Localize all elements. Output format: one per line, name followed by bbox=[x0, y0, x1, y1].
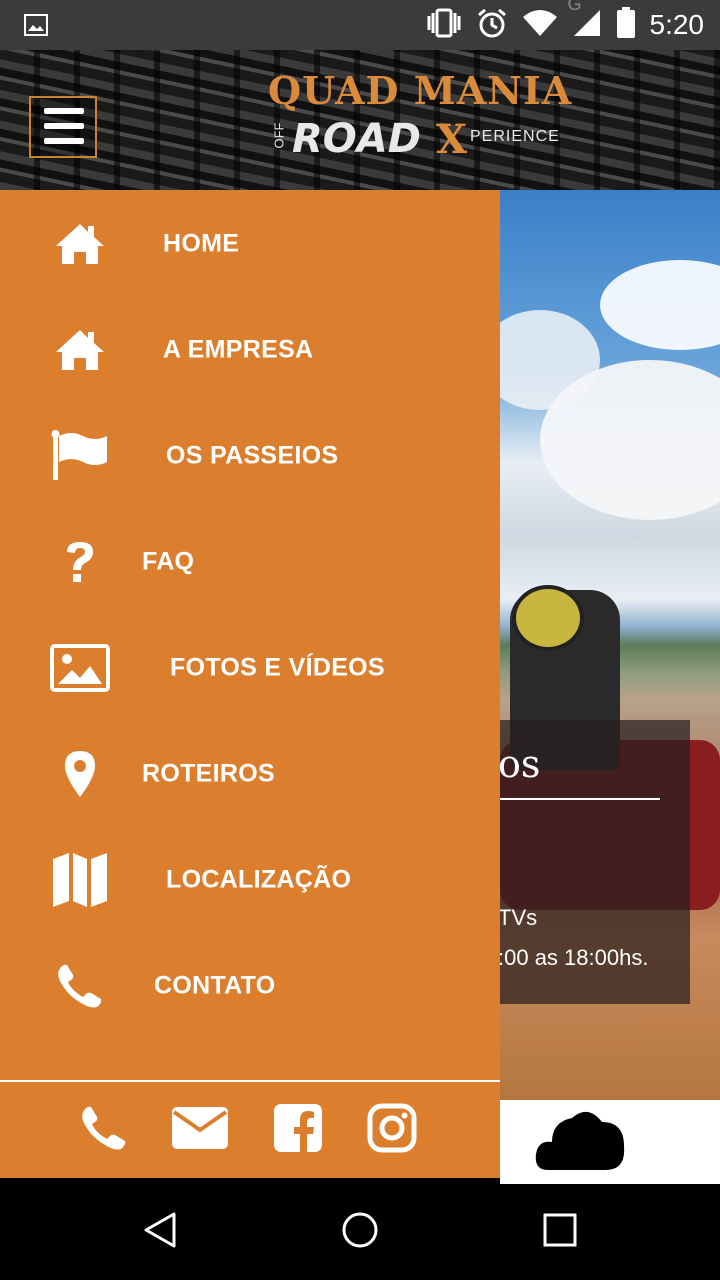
question-icon bbox=[50, 532, 110, 592]
nav-label: FOTOS E VÍDEOS bbox=[170, 653, 385, 682]
hero-line-2: :00 as 18:00hs. bbox=[500, 945, 649, 970]
nav-label: LOCALIZAÇÃO bbox=[166, 865, 352, 894]
clock: 5:20 bbox=[649, 9, 705, 40]
social-email-button[interactable] bbox=[170, 1100, 230, 1160]
recents-button[interactable] bbox=[536, 1208, 584, 1256]
nav-item-faq[interactable]: FAQ bbox=[0, 509, 500, 615]
system-navigation-bar bbox=[0, 1184, 720, 1280]
social-instagram-button[interactable] bbox=[362, 1100, 422, 1160]
signal-icon: G bbox=[568, 0, 602, 43]
nav-item-localizacao[interactable]: LOCALIZAÇÃO bbox=[0, 827, 500, 933]
image-icon bbox=[50, 638, 110, 698]
hero-line-1: TVs bbox=[500, 905, 538, 930]
map-icon bbox=[50, 850, 110, 910]
navigation-drawer: HOME A EMPRESA OS PASSEIOS FAQ FOTOS E V… bbox=[0, 190, 500, 1178]
nav-item-roteiros[interactable]: ROTEIROS bbox=[0, 721, 500, 827]
quad-mania-logo: QUAD MANIA OFF ROAD X PERIENCE bbox=[258, 68, 578, 178]
hero-title: os bbox=[500, 742, 541, 786]
logo-title: QUAD MANIA bbox=[268, 68, 573, 113]
nav-item-contato[interactable]: CONTATO bbox=[0, 933, 500, 1039]
logo-road: ROAD bbox=[292, 116, 421, 162]
drawer-divider bbox=[0, 1080, 500, 1082]
nav-label: FAQ bbox=[142, 547, 195, 576]
weather-strip bbox=[500, 1100, 720, 1184]
phone-icon bbox=[50, 956, 110, 1016]
nav-label: OS PASSEIOS bbox=[166, 441, 339, 470]
hero-divider bbox=[500, 798, 660, 800]
back-button[interactable] bbox=[136, 1208, 184, 1256]
nav-label: A EMPRESA bbox=[163, 335, 314, 364]
phone-icon bbox=[81, 1105, 127, 1156]
hero-caption-box: os TVs :00 as 18:00hs. bbox=[500, 720, 690, 1004]
image-notification-icon bbox=[24, 13, 48, 42]
nav-item-os-passeios[interactable]: OS PASSEIOS bbox=[0, 403, 500, 509]
app-header: QUAD MANIA OFF ROAD X PERIENCE bbox=[0, 50, 720, 190]
logo-perience: PERIENCE bbox=[470, 128, 560, 145]
nav-item-fotos-e-videos[interactable]: FOTOS E VÍDEOS bbox=[0, 615, 500, 721]
vibrate-icon bbox=[426, 8, 462, 43]
nav-label: ROTEIROS bbox=[142, 759, 275, 788]
home-icon bbox=[50, 320, 110, 380]
cloud-icon bbox=[534, 1104, 626, 1177]
network-type-label: G bbox=[567, 0, 582, 14]
flag-icon bbox=[50, 426, 110, 486]
recents-icon bbox=[542, 1212, 578, 1253]
social-facebook-button[interactable] bbox=[268, 1100, 328, 1160]
home-circle-icon bbox=[340, 1210, 380, 1255]
logo-off: OFF bbox=[271, 122, 287, 149]
back-icon bbox=[140, 1210, 180, 1255]
alarm-icon bbox=[476, 7, 508, 44]
email-icon bbox=[171, 1106, 229, 1155]
hero-photo: os TVs :00 as 18:00hs. bbox=[500, 190, 720, 1100]
nav-item-home[interactable]: HOME bbox=[0, 191, 500, 297]
battery-icon bbox=[616, 6, 636, 44]
wifi-icon bbox=[522, 9, 558, 42]
status-bar: G 5:20 bbox=[0, 0, 720, 50]
social-phone-button[interactable] bbox=[74, 1100, 134, 1160]
home-icon bbox=[50, 214, 110, 274]
hamburger-menu-button[interactable] bbox=[29, 96, 97, 158]
logo-x: X bbox=[436, 116, 468, 163]
nav-label: CONTATO bbox=[154, 971, 276, 1000]
helmet bbox=[512, 585, 584, 651]
nav-label: HOME bbox=[163, 229, 240, 258]
nav-item-a-empresa[interactable]: A EMPRESA bbox=[0, 297, 500, 403]
facebook-icon bbox=[273, 1103, 323, 1158]
home-button[interactable] bbox=[336, 1208, 384, 1256]
instagram-icon bbox=[367, 1103, 417, 1158]
map-pin-icon bbox=[50, 744, 110, 804]
